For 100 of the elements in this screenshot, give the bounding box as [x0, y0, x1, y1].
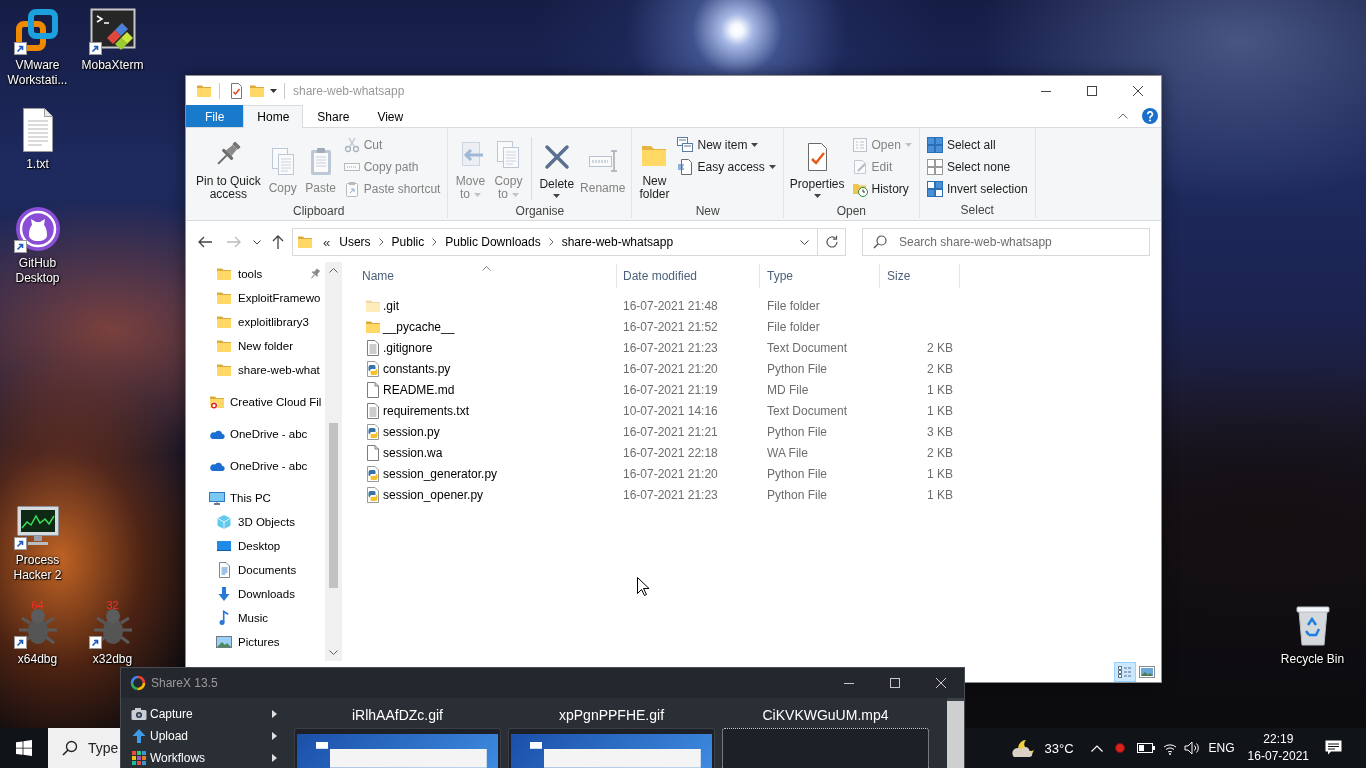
- menu-item[interactable]: Capture: [121, 703, 292, 725]
- ribbon-button[interactable]: Delete: [536, 131, 578, 204]
- battery-icon[interactable]: [1136, 743, 1155, 753]
- nav-item[interactable]: Creative Cloud Fil: [186, 390, 325, 414]
- file-name[interactable]: xpPgnPPFHE.gif: [508, 698, 715, 728]
- nav-item[interactable]: ExploitFramewo: [186, 286, 325, 310]
- nav-item[interactable]: Music: [186, 606, 325, 630]
- up-arrow-icon[interactable]: [270, 234, 286, 250]
- desktop-shortcut[interactable]: MobaXterm: [75, 2, 150, 73]
- date-modified: 16-07-2021 21:20: [623, 466, 718, 481]
- help-icon[interactable]: [1142, 108, 1158, 124]
- nav-item[interactable]: Pictures: [186, 630, 325, 654]
- desktop-shortcut[interactable]: 1.txt: [0, 101, 75, 172]
- file-name[interactable]: .gitignore: [383, 340, 433, 355]
- file-name[interactable]: requirements.txt: [383, 403, 470, 418]
- back-arrow-icon[interactable]: [197, 234, 213, 250]
- desktop-shortcut[interactable]: 64 x64dbg: [0, 596, 75, 667]
- file-size: 2 KB: [927, 340, 953, 355]
- ribbon-button[interactable]: New item: [673, 134, 780, 156]
- menu-item[interactable]: Upload: [121, 725, 292, 747]
- language-indicator[interactable]: ENG: [1208, 741, 1235, 755]
- ribbon-button[interactable]: Invert selection: [922, 178, 1032, 200]
- breadcrumb[interactable]: Users: [334, 235, 376, 249]
- search-field[interactable]: Search share-web-whatsapp: [862, 228, 1150, 256]
- breadcrumb[interactable]: Public Downloads: [440, 235, 546, 249]
- column-header[interactable]: Name: [355, 264, 617, 288]
- nav-item[interactable]: Documents: [186, 558, 325, 582]
- search-field[interactable]: Type: [48, 728, 120, 768]
- chevron-right-icon[interactable]: [378, 238, 384, 246]
- nav-item[interactable]: 3D Objects: [186, 510, 325, 534]
- address-bar[interactable]: « Users Public Public Downloads share-web-whatsapp: [292, 228, 818, 256]
- clock-time[interactable]: 22:19: [1263, 731, 1294, 748]
- file-name[interactable]: README.md: [383, 382, 455, 397]
- menu-item[interactable]: Workflows: [121, 747, 292, 768]
- file-name[interactable]: session.py: [383, 424, 440, 439]
- overflow-button[interactable]: «: [319, 234, 335, 250]
- chevron-right-icon[interactable]: [548, 238, 554, 246]
- desktop-shortcut[interactable]: Process Hacker 2: [0, 497, 75, 583]
- folder-icon: [216, 362, 232, 378]
- file-name[interactable]: __pycache__: [383, 319, 455, 334]
- nav-item[interactable]: New folder: [186, 334, 325, 358]
- view-button[interactable]: [1114, 661, 1136, 682]
- temperature[interactable]: 33°C: [1044, 740, 1074, 756]
- ribbon-button[interactable]: History: [847, 178, 916, 200]
- checked-page-icon[interactable]: [228, 82, 244, 99]
- moon-cloud-icon[interactable]: [1011, 738, 1036, 758]
- ribbon-tab[interactable]: View: [363, 105, 418, 127]
- pin-icon[interactable]: [309, 268, 321, 280]
- nav-item[interactable]: exploitlibrary3: [186, 310, 325, 334]
- ribbon-button[interactable]: Select none: [922, 156, 1032, 178]
- chevron-down-icon[interactable]: [253, 239, 261, 245]
- file-name[interactable]: session_generator.py: [383, 466, 498, 481]
- scrollbar[interactable]: [325, 262, 342, 661]
- caret-icon[interactable]: [270, 88, 277, 93]
- breadcrumb[interactable]: Public: [386, 235, 430, 249]
- ribbon-tab[interactable]: Share: [303, 105, 364, 127]
- scrollbar-thumb[interactable]: [329, 423, 338, 588]
- desktop-shortcut[interactable]: Recycle Bin: [1275, 596, 1350, 667]
- notification-icon[interactable]: [1325, 739, 1342, 757]
- thumbnail-frame[interactable]: [294, 728, 501, 768]
- chevron-down-icon[interactable]: [800, 239, 809, 245]
- file-type: Text Document: [767, 403, 848, 418]
- nav-item[interactable]: share-web-what: [186, 358, 325, 382]
- nav-item[interactable]: OneDrive - abc: [186, 454, 325, 478]
- desktop-shortcut[interactable]: 32 x32dbg: [75, 596, 150, 667]
- nav-item[interactable]: tools: [186, 262, 325, 286]
- breadcrumb[interactable]: share-web-whatsapp: [556, 235, 679, 249]
- nav-item[interactable]: Downloads: [186, 582, 325, 606]
- file-name[interactable]: constants.py: [383, 361, 451, 376]
- column-header[interactable]: Type: [760, 264, 880, 288]
- date-modified: 16-07-2021 22:18: [623, 445, 718, 460]
- ribbon-button[interactable]: Pin to Quick access: [193, 131, 264, 204]
- column-header[interactable]: Size: [880, 264, 960, 288]
- nav-item[interactable]: This PC: [186, 486, 325, 510]
- chevron-right-icon[interactable]: [432, 238, 438, 246]
- file-name[interactable]: iRlhAAfDZc.gif: [294, 698, 501, 728]
- file-name[interactable]: session_opener.py: [383, 487, 484, 502]
- wifi-icon[interactable]: [1162, 741, 1177, 755]
- ribbon-tab[interactable]: Home: [243, 105, 304, 128]
- page-icon: [677, 159, 694, 175]
- file-name[interactable]: session.wa: [383, 445, 443, 460]
- ribbon-button[interactable]: Properties: [786, 131, 848, 204]
- ribbon-button[interactable]: Easy access: [673, 156, 780, 178]
- volume-icon[interactable]: [1183, 741, 1200, 755]
- file-name[interactable]: .git: [383, 298, 399, 313]
- column-header[interactable]: Date modified: [617, 264, 760, 288]
- desktop-shortcut[interactable]: GitHub Desktop: [0, 200, 75, 286]
- record-icon[interactable]: [1114, 743, 1125, 753]
- nav-item[interactable]: OneDrive - abc: [186, 422, 325, 446]
- folder-icon: [297, 234, 313, 250]
- ribbon-button[interactable]: New folder: [635, 131, 674, 204]
- nav-item[interactable]: Desktop: [186, 534, 325, 558]
- ribbon-button[interactable]: Select all: [922, 134, 1032, 156]
- chevron-down-icon[interactable]: [329, 650, 338, 655]
- file-menu-tab[interactable]: File: [186, 105, 244, 127]
- desktop-shortcut[interactable]: VMware Workstati...: [0, 2, 75, 88]
- thumbnail-frame[interactable]: [508, 728, 715, 768]
- clock-date[interactable]: 16-07-2021: [1247, 748, 1309, 765]
- refresh-button[interactable]: [818, 228, 846, 256]
- file-name[interactable]: CiKVKWGuUM.mp4: [722, 698, 929, 728]
